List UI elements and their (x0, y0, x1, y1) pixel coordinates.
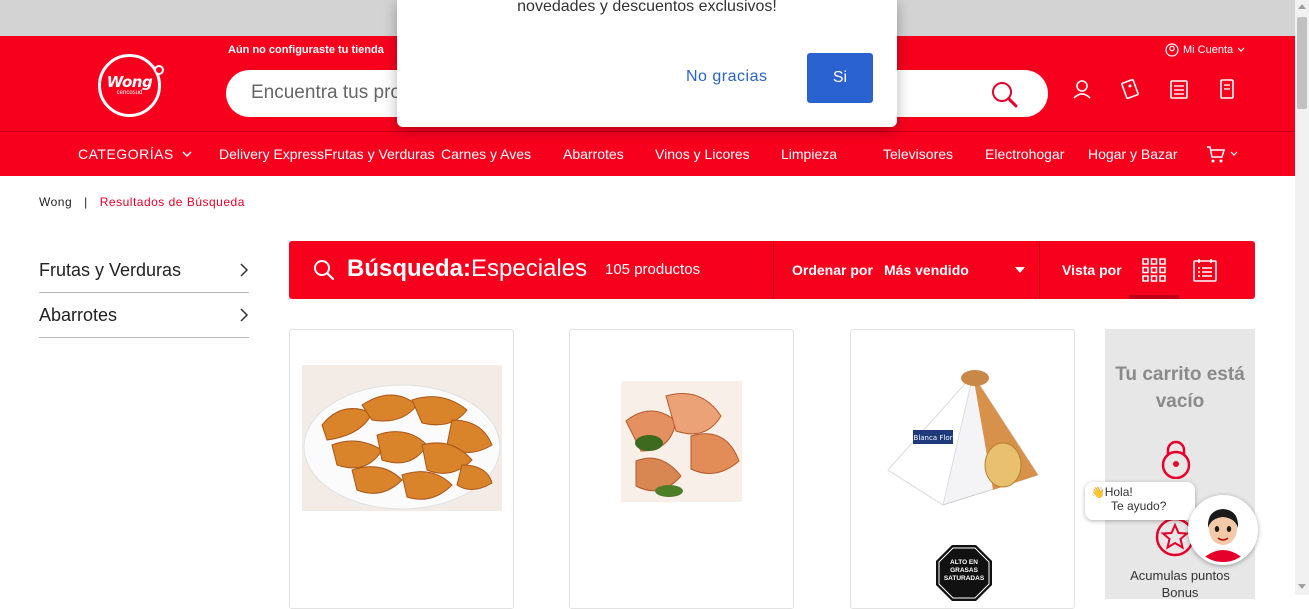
caret-down-icon[interactable] (1015, 267, 1025, 273)
result-count: 105 productos (605, 261, 701, 278)
sidebar-item-label: Abarrotes (39, 304, 118, 325)
logo-text: Wong (106, 73, 153, 91)
nav-item-delivery-express[interactable]: Delivery Express (219, 146, 324, 162)
nav-item-televisores[interactable]: Televisores (883, 146, 953, 162)
cart-perk-label: Acumulas puntos (1130, 568, 1230, 583)
nav-item-vinos-y-licores[interactable]: Vinos y Licores (655, 146, 750, 162)
chevron-down-icon (1237, 47, 1245, 52)
search-term: Especiales (471, 255, 588, 282)
wave-icon: 👋 (1091, 487, 1105, 499)
store-notice[interactable]: Aún no configuraste tu tienda (228, 44, 384, 56)
product-image[interactable] (302, 365, 502, 511)
grid-view-icon[interactable] (1142, 258, 1166, 282)
nav-item-hogar-y-bazar[interactable]: Hogar y Bazar (1088, 146, 1177, 162)
user-icon[interactable] (1072, 78, 1094, 100)
product-image[interactable]: Blanca Flor (883, 370, 1043, 510)
scroll-up-icon[interactable] (1298, 4, 1306, 9)
search-icon[interactable] (990, 80, 1018, 108)
category-nav: CATEGORÍAS Delivery Express Frutas y Ver… (0, 131, 1295, 176)
account-menu[interactable]: Mi Cuenta (1165, 43, 1245, 57)
page-scrollbar[interactable] (1295, 0, 1309, 595)
product-card[interactable]: Blanca Flor ALTO EN GRASAS SATURADAS (850, 329, 1075, 609)
search-icon (314, 260, 335, 281)
accept-button[interactable]: Si (807, 53, 873, 103)
sidebar-item-label: Frutas y Verduras (39, 259, 182, 280)
newsletter-modal: novedades y descuentos exclusivos! No gr… (397, 0, 897, 127)
lock-icon (1161, 440, 1191, 479)
badge-text: ALTO EN GRASAS SATURADAS (943, 559, 985, 582)
cart-empty-title: Tu carrito está vacío (1115, 364, 1245, 412)
modal-message: novedades y descuentos exclusivos! (517, 0, 777, 15)
coupon-icon[interactable] (1120, 78, 1142, 100)
chevron-right-icon (240, 308, 249, 322)
sidebar-item-frutas-y-verduras[interactable]: Frutas y Verduras (39, 248, 249, 293)
receipt-icon[interactable] (1216, 78, 1238, 100)
search-label: Búsqueda: (347, 255, 472, 282)
nav-item-limpieza[interactable]: Limpieza (781, 146, 837, 162)
nav-item-frutas-y-verduras[interactable]: Frutas y Verduras (324, 146, 435, 162)
view-label: Vista por (1062, 262, 1122, 278)
user-icon (1165, 43, 1179, 57)
categories-label: CATEGORÍAS (78, 146, 174, 162)
product-card[interactable] (569, 329, 794, 609)
nav-item-abarrotes[interactable]: Abarrotes (563, 146, 624, 162)
breadcrumb: Wong | Resultados de Búsqueda (39, 195, 245, 209)
divider (773, 241, 774, 299)
chevron-right-icon (240, 263, 249, 277)
list-icon[interactable] (1168, 78, 1190, 100)
chat-greeting: Hola! (1104, 485, 1133, 499)
breadcrumb-home[interactable]: Wong (39, 195, 72, 209)
product-image[interactable] (621, 381, 742, 502)
nav-item-electrohogar[interactable]: Electrohogar (985, 146, 1064, 162)
chevron-down-icon (182, 151, 192, 157)
list-view-icon[interactable] (1193, 258, 1217, 282)
wong-logo[interactable]: Wong cencosud (98, 54, 164, 117)
sidebar-item-abarrotes[interactable]: Abarrotes (39, 293, 249, 338)
scroll-down-icon[interactable] (1298, 584, 1306, 589)
nav-item-carnes-y-aves[interactable]: Carnes y Aves (441, 146, 531, 162)
active-view-indicator (1129, 295, 1179, 299)
cart-menu[interactable] (1206, 144, 1238, 164)
scroll-thumb[interactable] (1297, 17, 1307, 109)
sort-select[interactable]: Más vendido (884, 262, 969, 278)
chevron-down-icon (1230, 151, 1238, 156)
svg-text:Blanca Flor: Blanca Flor (914, 434, 953, 442)
breadcrumb-current: Resultados de Búsqueda (99, 195, 245, 209)
account-label: Mi Cuenta (1183, 44, 1234, 56)
category-sidebar: Frutas y Verduras Abarrotes (39, 248, 249, 338)
cart-perk-label-2: Bonus (1161, 585, 1199, 600)
decline-button[interactable]: No gracias (686, 68, 767, 86)
categories-menu[interactable]: CATEGORÍAS (78, 146, 192, 162)
logo-dot (154, 65, 164, 75)
sort-label: Ordenar por (792, 262, 873, 278)
results-bar: Búsqueda: Especiales 105 productos Orden… (289, 241, 1255, 299)
product-card[interactable] (289, 329, 514, 609)
chat-bubble[interactable]: 👋Hola! Te ayudo? (1085, 482, 1195, 520)
cart-icon (1207, 146, 1225, 163)
breadcrumb-separator: | (84, 195, 88, 209)
chat-help: Te ayudo? (1111, 499, 1167, 513)
header-icons (1072, 78, 1238, 100)
warning-badge: ALTO EN GRASAS SATURADAS (935, 544, 993, 602)
divider (1039, 241, 1040, 299)
chat-avatar[interactable] (1188, 495, 1258, 565)
